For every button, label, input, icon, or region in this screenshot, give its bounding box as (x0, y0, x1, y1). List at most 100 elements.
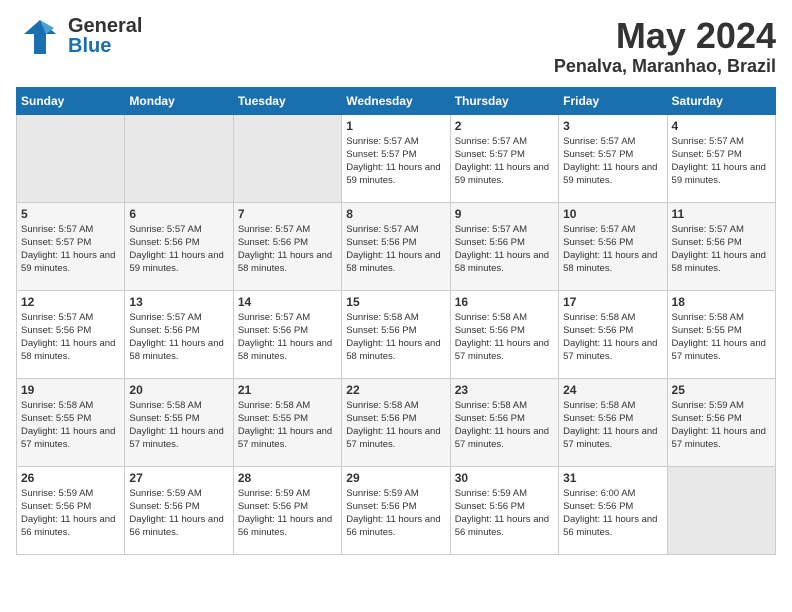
day-number: 6 (129, 207, 228, 221)
calendar-cell: 26 Sunrise: 5:59 AMSunset: 5:56 PMDayligh… (17, 466, 125, 554)
day-number: 28 (238, 471, 337, 485)
day-number: 31 (563, 471, 662, 485)
day-info: Sunrise: 5:57 AMSunset: 5:56 PMDaylight:… (129, 311, 228, 364)
calendar-cell: 1Sunrise: 5:57 AMSunset: 5:57 PMDaylight… (342, 114, 450, 202)
day-number: 29 (346, 471, 445, 485)
day-info: Sunrise: 5:59 AMSunset: 5:56 PMDaylight:… (238, 487, 337, 540)
day-number: 18 (672, 295, 771, 309)
logo-text-general: General (68, 16, 142, 36)
day-info: Sunrise: 5:57 AMSunset: 5:56 PMDaylight:… (129, 223, 228, 276)
logo-text-blue: Blue (68, 36, 142, 56)
day-number: 24 (563, 383, 662, 397)
day-number: 4 (672, 119, 771, 133)
calendar-week-row: 5 Sunrise: 5:57 AMSunset: 5:57 PMDaylight… (17, 202, 776, 290)
header-friday: Friday (559, 87, 667, 114)
day-info: Sunrise: 5:57 AMSunset: 5:56 PMDaylight:… (346, 223, 445, 276)
day-info: Sunrise: 5:57 AMSunset: 5:56 PMDaylight:… (672, 223, 771, 276)
calendar-cell (17, 114, 125, 202)
day-number: 17 (563, 295, 662, 309)
month-title: May 2024 (554, 16, 776, 56)
calendar-cell: 24 Sunrise: 5:58 AMSunset: 5:56 PMDayligh… (559, 378, 667, 466)
header-thursday: Thursday (450, 87, 558, 114)
day-number: 22 (346, 383, 445, 397)
day-number: 7 (238, 207, 337, 221)
header-sunday: Sunday (17, 87, 125, 114)
calendar-week-row: 19Sunrise: 5:58 AMSunset: 5:55 PMDayligh… (17, 378, 776, 466)
calendar-cell: 27Sunrise: 5:59 AMSunset: 5:56 PMDayligh… (125, 466, 233, 554)
calendar-cell: 3 Sunrise: 5:57 AMSunset: 5:57 PMDaylight… (559, 114, 667, 202)
day-info: Sunrise: 5:59 AMSunset: 5:56 PMDaylight:… (129, 487, 228, 540)
day-number: 14 (238, 295, 337, 309)
day-info: Sunrise: 5:57 AMSunset: 5:56 PMDaylight:… (238, 223, 337, 276)
day-info: Sunrise: 5:58 AMSunset: 5:56 PMDaylight:… (346, 311, 445, 364)
day-info: Sunrise: 5:58 AMSunset: 5:56 PMDaylight:… (455, 399, 554, 452)
day-number: 20 (129, 383, 228, 397)
calendar-cell: 25Sunrise: 5:59 AMSunset: 5:56 PMDayligh… (667, 378, 775, 466)
calendar-week-row: 1Sunrise: 5:57 AMSunset: 5:57 PMDaylight… (17, 114, 776, 202)
day-info: Sunrise: 5:57 AMSunset: 5:57 PMDaylight:… (672, 135, 771, 188)
day-info: Sunrise: 5:58 AMSunset: 5:56 PMDaylight:… (563, 311, 662, 364)
calendar-cell (233, 114, 341, 202)
calendar-cell: 4 Sunrise: 5:57 AMSunset: 5:57 PMDaylight… (667, 114, 775, 202)
calendar-cell: 8Sunrise: 5:57 AMSunset: 5:56 PMDaylight… (342, 202, 450, 290)
day-info: Sunrise: 5:58 AMSunset: 5:55 PMDaylight:… (129, 399, 228, 452)
day-number: 10 (563, 207, 662, 221)
day-info: Sunrise: 5:58 AMSunset: 5:55 PMDaylight:… (672, 311, 771, 364)
calendar-cell: 30Sunrise: 5:59 AMSunset: 5:56 PMDayligh… (450, 466, 558, 554)
calendar-cell: 7 Sunrise: 5:57 AMSunset: 5:56 PMDaylight… (233, 202, 341, 290)
calendar-week-row: 12 Sunrise: 5:57 AMSunset: 5:56 PMDayligh… (17, 290, 776, 378)
day-info: Sunrise: 5:59 AMSunset: 5:56 PMDaylight:… (346, 487, 445, 540)
day-info: Sunrise: 5:59 AMSunset: 5:56 PMDaylight:… (672, 399, 771, 452)
day-info: Sunrise: 5:59 AMSunset: 5:56 PMDaylight:… (21, 487, 120, 540)
day-info: Sunrise: 5:57 AMSunset: 5:57 PMDaylight:… (455, 135, 554, 188)
day-number: 16 (455, 295, 554, 309)
day-number: 9 (455, 207, 554, 221)
day-number: 21 (238, 383, 337, 397)
day-info: Sunrise: 5:57 AMSunset: 5:56 PMDaylight:… (238, 311, 337, 364)
day-info: Sunrise: 5:57 AMSunset: 5:56 PMDaylight:… (21, 311, 120, 364)
logo-bird-icon (16, 16, 64, 56)
day-number: 13 (129, 295, 228, 309)
day-number: 11 (672, 207, 771, 221)
header-saturday: Saturday (667, 87, 775, 114)
calendar-cell: 15 Sunrise: 5:58 AMSunset: 5:56 PMDayligh… (342, 290, 450, 378)
day-info: Sunrise: 5:58 AMSunset: 5:56 PMDaylight:… (455, 311, 554, 364)
calendar-cell (125, 114, 233, 202)
calendar-cell: 21 Sunrise: 5:58 AMSunset: 5:55 PMDayligh… (233, 378, 341, 466)
calendar-cell: 31Sunrise: 6:00 AMSunset: 5:56 PMDayligh… (559, 466, 667, 554)
day-info: Sunrise: 5:57 AMSunset: 5:56 PMDaylight:… (563, 223, 662, 276)
calendar-cell: 23 Sunrise: 5:58 AMSunset: 5:56 PMDayligh… (450, 378, 558, 466)
calendar-cell: 2 Sunrise: 5:57 AMSunset: 5:57 PMDaylight… (450, 114, 558, 202)
calendar-cell: 9 Sunrise: 5:57 AMSunset: 5:56 PMDaylight… (450, 202, 558, 290)
day-info: Sunrise: 5:57 AMSunset: 5:57 PMDaylight:… (563, 135, 662, 188)
day-number: 3 (563, 119, 662, 133)
day-info: Sunrise: 5:59 AMSunset: 5:56 PMDaylight:… (455, 487, 554, 540)
calendar-cell: 11 Sunrise: 5:57 AMSunset: 5:56 PMDayligh… (667, 202, 775, 290)
calendar-cell: 17 Sunrise: 5:58 AMSunset: 5:56 PMDayligh… (559, 290, 667, 378)
calendar-table: SundayMondayTuesdayWednesdayThursdayFrid… (16, 87, 776, 555)
page-header: General Blue May 2024 Penalva, Maranhao,… (16, 16, 776, 77)
day-info: Sunrise: 5:57 AMSunset: 5:57 PMDaylight:… (21, 223, 120, 276)
day-number: 2 (455, 119, 554, 133)
calendar-cell: 6 Sunrise: 5:57 AMSunset: 5:56 PMDaylight… (125, 202, 233, 290)
calendar-cell: 14 Sunrise: 5:57 AMSunset: 5:56 PMDayligh… (233, 290, 341, 378)
calendar-cell: 28 Sunrise: 5:59 AMSunset: 5:56 PMDayligh… (233, 466, 341, 554)
day-number: 26 (21, 471, 120, 485)
calendar-header-row: SundayMondayTuesdayWednesdayThursdayFrid… (17, 87, 776, 114)
calendar-cell: 13 Sunrise: 5:57 AMSunset: 5:56 PMDayligh… (125, 290, 233, 378)
day-info: Sunrise: 5:57 AMSunset: 5:56 PMDaylight:… (455, 223, 554, 276)
calendar-week-row: 26 Sunrise: 5:59 AMSunset: 5:56 PMDayligh… (17, 466, 776, 554)
day-info: Sunrise: 5:58 AMSunset: 5:55 PMDaylight:… (238, 399, 337, 452)
day-info: Sunrise: 5:58 AMSunset: 5:55 PMDaylight:… (21, 399, 120, 452)
day-number: 5 (21, 207, 120, 221)
day-number: 12 (21, 295, 120, 309)
calendar-cell: 16 Sunrise: 5:58 AMSunset: 5:56 PMDayligh… (450, 290, 558, 378)
calendar-cell: 22Sunrise: 5:58 AMSunset: 5:56 PMDayligh… (342, 378, 450, 466)
day-number: 15 (346, 295, 445, 309)
day-info: Sunrise: 5:58 AMSunset: 5:56 PMDaylight:… (563, 399, 662, 452)
header-tuesday: Tuesday (233, 87, 341, 114)
day-number: 23 (455, 383, 554, 397)
header-wednesday: Wednesday (342, 87, 450, 114)
calendar-cell: 29 Sunrise: 5:59 AMSunset: 5:56 PMDayligh… (342, 466, 450, 554)
day-info: Sunrise: 5:57 AMSunset: 5:57 PMDaylight:… (346, 135, 445, 188)
